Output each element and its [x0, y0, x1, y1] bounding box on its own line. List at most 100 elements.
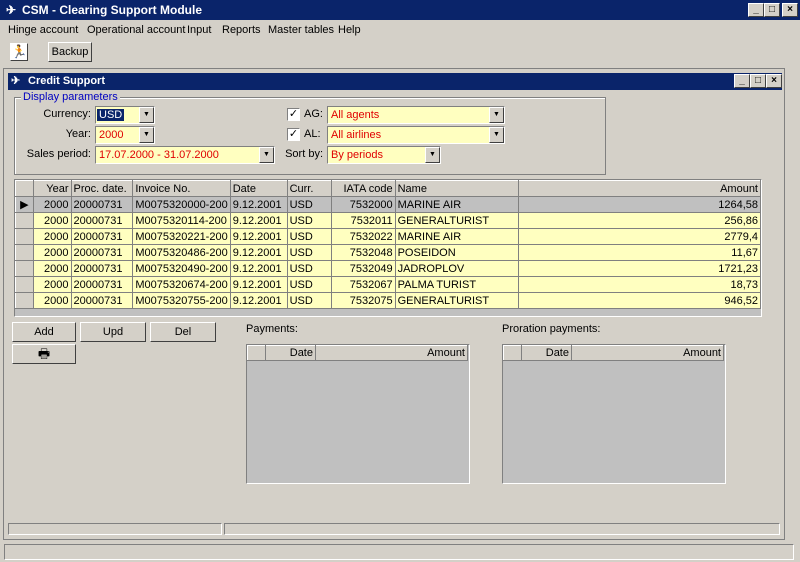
backup-button[interactable]: Backup	[48, 42, 92, 62]
cell-iata-code[interactable]: 7532075	[331, 292, 396, 309]
cell-invoice-no[interactable]: M0075320490-200	[132, 260, 231, 277]
cell-name[interactable]: MARINE AIR	[395, 196, 519, 213]
cell-invoice-no[interactable]: M0075320755-200	[132, 292, 231, 309]
cell-iata-code[interactable]: 7532049	[331, 260, 396, 277]
al-checkbox[interactable]: ✓	[287, 128, 300, 141]
table-row[interactable]: 2000 20000731 M0075320114-200 9.12.2001 …	[15, 212, 762, 229]
sales-period-select[interactable]: 17.07.2000 - 31.07.2000 ▼	[95, 146, 275, 164]
cell-curr[interactable]: USD	[287, 244, 332, 261]
dropdown-arrow-icon[interactable]: ▼	[259, 147, 274, 163]
cell-year[interactable]: 2000	[33, 212, 72, 229]
cell-date[interactable]: 9.12.2001	[230, 228, 288, 245]
payments-grid[interactable]: Date Amount	[246, 344, 470, 484]
ag-select[interactable]: All agents ▼	[327, 106, 505, 124]
cell-amount[interactable]: 1721,23	[518, 260, 762, 277]
col-amount[interactable]: Amount	[315, 345, 468, 361]
cell-proc-date[interactable]: 20000731	[71, 228, 134, 245]
cell-curr[interactable]: USD	[287, 212, 332, 229]
exit-runner-icon[interactable]: 🏃	[10, 43, 28, 61]
cell-curr[interactable]: USD	[287, 276, 332, 293]
cell-amount[interactable]: 18,73	[518, 276, 762, 293]
sortby-select[interactable]: By periods ▼	[327, 146, 441, 164]
cell-iata-code[interactable]: 7532067	[331, 276, 396, 293]
cell-amount[interactable]: 1264,58	[518, 196, 762, 213]
cell-iata-code[interactable]: 7532048	[331, 244, 396, 261]
table-row[interactable]: 2000 20000731 M0075320755-200 9.12.2001 …	[15, 292, 762, 309]
cell-date[interactable]: 9.12.2001	[230, 276, 288, 293]
menu-master-tables[interactable]: Master tables	[268, 24, 334, 36]
cell-proc-date[interactable]: 20000731	[71, 292, 134, 309]
cell-amount[interactable]: 2779,4	[518, 228, 762, 245]
cell-year[interactable]: 2000	[33, 244, 72, 261]
cell-invoice-no[interactable]: M0075320000-200	[132, 196, 231, 213]
cell-year[interactable]: 2000	[33, 292, 72, 309]
cell-name[interactable]: GENERALTURIST	[395, 212, 519, 229]
cell-iata-code[interactable]: 7532000	[331, 196, 396, 213]
currency-select[interactable]: USD ▼	[95, 106, 155, 124]
cell-date[interactable]: 9.12.2001	[230, 292, 288, 309]
child-minimize-button[interactable]: _	[734, 74, 750, 88]
cell-name[interactable]: PALMA TURIST	[395, 276, 519, 293]
table-row[interactable]: 2000 20000731 M0075320486-200 9.12.2001 …	[15, 244, 762, 261]
dropdown-arrow-icon[interactable]: ▼	[425, 147, 440, 163]
upd-button[interactable]: Upd	[80, 322, 146, 342]
cell-amount[interactable]: 946,52	[518, 292, 762, 309]
cell-date[interactable]: 9.12.2001	[230, 212, 288, 229]
cell-invoice-no[interactable]: M0075320221-200	[132, 228, 231, 245]
cell-year[interactable]: 2000	[33, 276, 72, 293]
del-button[interactable]: Del	[150, 322, 216, 342]
col-proc-date[interactable]: Proc. date.	[70, 180, 134, 197]
maximize-button[interactable]: □	[764, 3, 780, 17]
col-date[interactable]: Date	[229, 180, 288, 197]
menu-hinge-account[interactable]: Hinge account	[8, 24, 78, 36]
cell-iata-code[interactable]: 7532011	[331, 212, 396, 229]
menu-help[interactable]: Help	[338, 24, 361, 36]
cell-name[interactable]: JADROPLOV	[395, 260, 519, 277]
cell-iata-code[interactable]: 7532022	[331, 228, 396, 245]
menu-input[interactable]: Input	[187, 24, 211, 36]
cell-year[interactable]: 2000	[33, 196, 72, 213]
cell-invoice-no[interactable]: M0075320114-200	[132, 212, 231, 229]
dropdown-arrow-icon[interactable]: ▼	[489, 107, 504, 123]
table-row[interactable]: 2000 20000731 M0075320490-200 9.12.2001 …	[15, 260, 762, 277]
child-maximize-button[interactable]: □	[750, 74, 766, 88]
dropdown-arrow-icon[interactable]: ▼	[489, 127, 504, 143]
cell-year[interactable]: 2000	[33, 260, 72, 277]
cell-invoice-no[interactable]: M0075320486-200	[132, 244, 231, 261]
col-amount[interactable]: Amount	[571, 345, 724, 361]
col-amount[interactable]: Amount	[517, 180, 762, 197]
cell-proc-date[interactable]: 20000731	[71, 276, 134, 293]
dropdown-arrow-icon[interactable]: ▼	[139, 127, 154, 143]
credit-grid[interactable]: Year Proc. date. Invoice No. Date Curr. …	[14, 179, 762, 317]
cell-curr[interactable]: USD	[287, 260, 332, 277]
ag-checkbox[interactable]: ✓	[287, 108, 300, 121]
menu-reports[interactable]: Reports	[222, 24, 261, 36]
table-row[interactable]: 2000 20000731 M0075320674-200 9.12.2001 …	[15, 276, 762, 293]
year-select[interactable]: 2000 ▼	[95, 126, 155, 144]
cell-proc-date[interactable]: 20000731	[71, 196, 134, 213]
cell-name[interactable]: MARINE AIR	[395, 228, 519, 245]
add-button[interactable]: Add	[12, 322, 76, 342]
minimize-button[interactable]: _	[748, 3, 764, 17]
cell-date[interactable]: 9.12.2001	[230, 244, 288, 261]
proration-grid[interactable]: Date Amount	[502, 344, 726, 484]
close-button[interactable]: ×	[782, 3, 798, 17]
child-close-button[interactable]: ×	[766, 74, 782, 88]
cell-name[interactable]: POSEIDON	[395, 244, 519, 261]
cell-proc-date[interactable]: 20000731	[71, 260, 134, 277]
cell-proc-date[interactable]: 20000731	[71, 212, 134, 229]
table-row[interactable]: 2000 20000731 M0075320221-200 9.12.2001 …	[15, 228, 762, 245]
cell-year[interactable]: 2000	[33, 228, 72, 245]
cell-date[interactable]: 9.12.2001	[230, 196, 288, 213]
col-date[interactable]: Date	[265, 345, 316, 361]
cell-invoice-no[interactable]: M0075320674-200	[132, 276, 231, 293]
cell-date[interactable]: 9.12.2001	[230, 260, 288, 277]
print-button[interactable]: 🖶	[12, 344, 76, 364]
cell-curr[interactable]: USD	[287, 196, 332, 213]
al-select[interactable]: All airlines ▼	[327, 126, 505, 144]
cell-amount[interactable]: 11,67	[518, 244, 762, 261]
col-curr[interactable]: Curr.	[286, 180, 332, 197]
table-row[interactable]: ▶ 2000 20000731 M0075320000-200 9.12.200…	[15, 196, 762, 213]
col-invoice-no[interactable]: Invoice No.	[132, 180, 231, 197]
cell-proc-date[interactable]: 20000731	[71, 244, 134, 261]
